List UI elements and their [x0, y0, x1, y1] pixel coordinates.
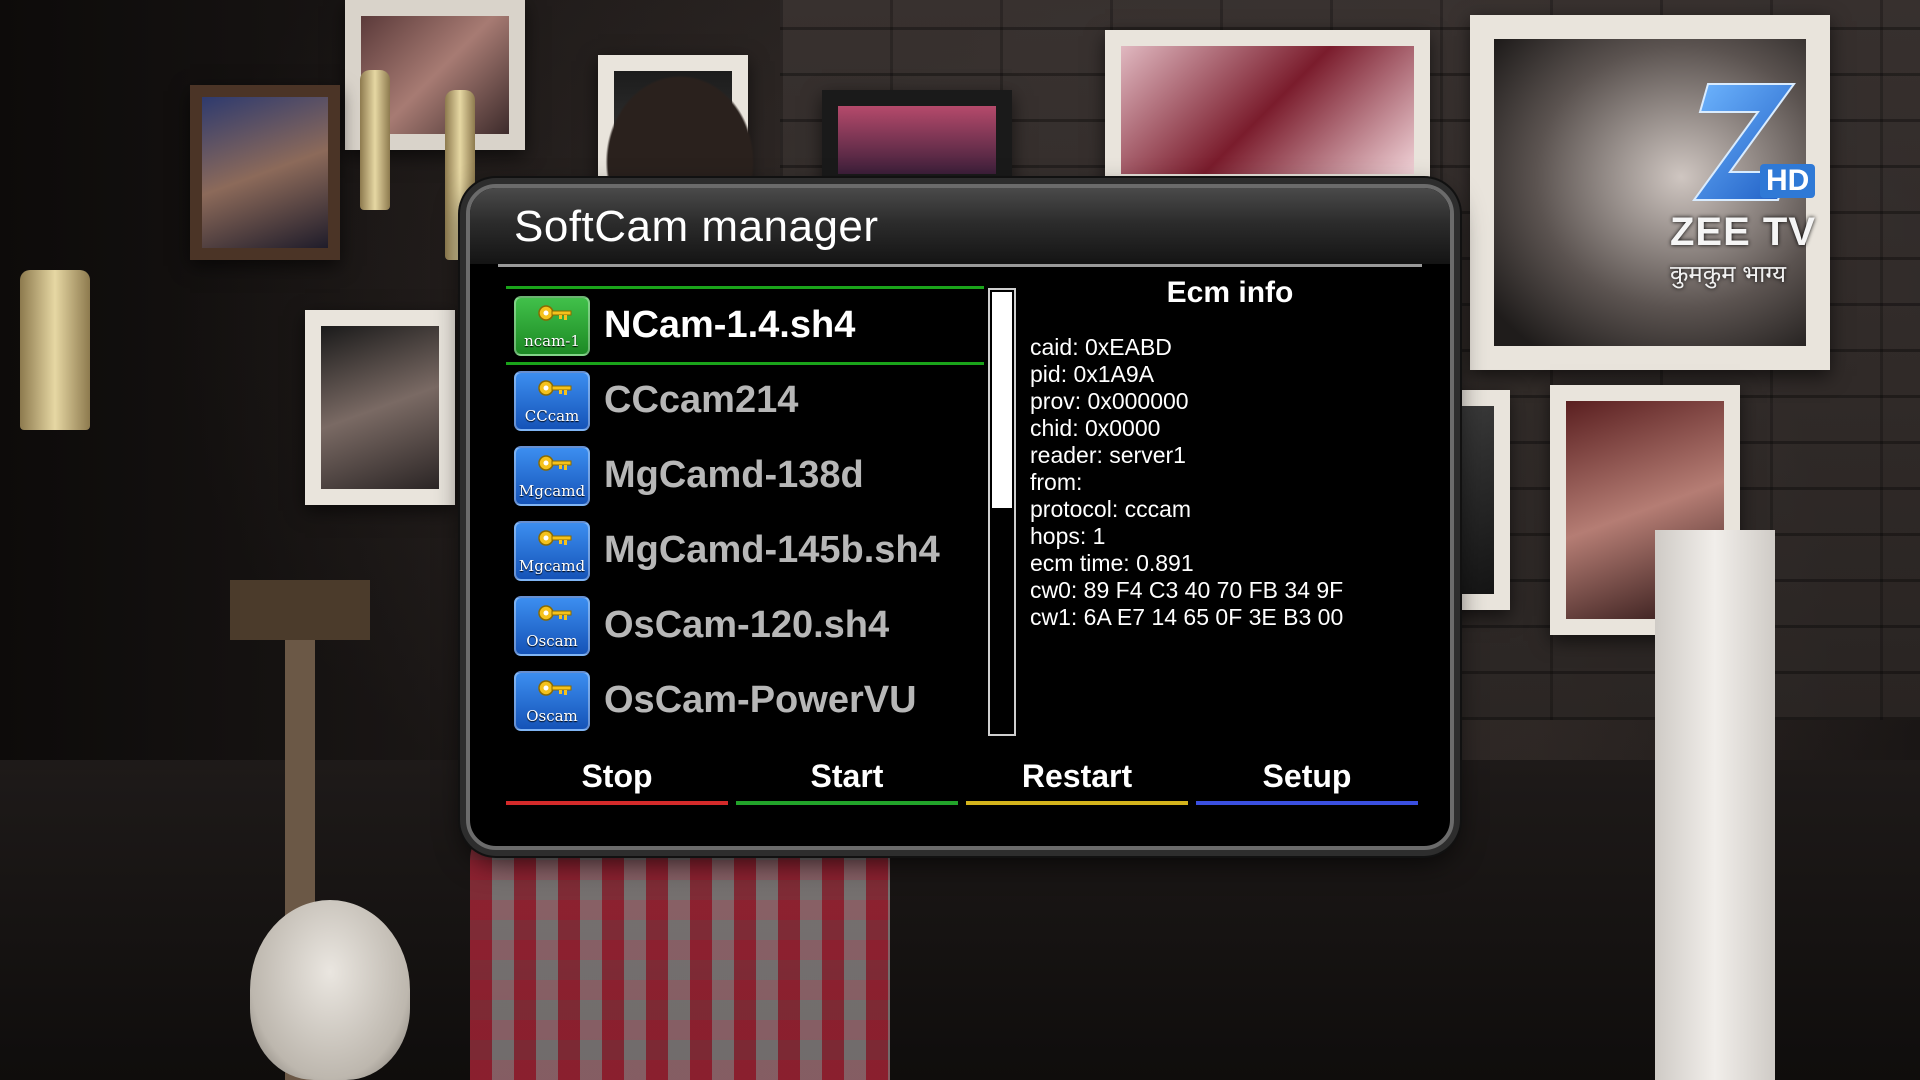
ecm-info-lines: caid: 0xEABD pid: 0x1A9A prov: 0x000000 chi…: [1030, 334, 1430, 631]
softcam-item-label: OsCam-120.sh4: [604, 604, 890, 646]
softcam-item-label: MgCamd-145b.sh4: [604, 529, 940, 571]
softcam-item-label: MgCamd-138d: [604, 454, 864, 496]
blue-key-icon: Mgcamd: [514, 445, 590, 506]
icon-caption: ncam-1: [524, 331, 580, 350]
button-label: Start: [810, 758, 884, 794]
button-color-bar: [966, 801, 1188, 805]
picture-frame: [1105, 30, 1430, 190]
start-button[interactable]: Start: [736, 758, 958, 805]
restart-button[interactable]: Restart: [966, 758, 1188, 805]
blue-key-icon: CCcam: [514, 370, 590, 431]
ecm-info-line: protocol: cccam: [1030, 496, 1192, 522]
button-label: Setup: [1262, 758, 1352, 794]
picture-frame: [305, 310, 455, 505]
picture-frame: [190, 85, 340, 260]
zee-logo-icon: HD: [1690, 78, 1816, 208]
guitar-body: [250, 900, 410, 1080]
icon-caption: Mgcamd: [518, 481, 586, 500]
icon-caption: Oscam: [526, 631, 578, 650]
button-color-bar: [1196, 801, 1418, 805]
ecm-info-panel: Ecm info caid: 0xEABD pid: 0x1A9A prov: 0x…: [1030, 276, 1430, 631]
blue-key-icon: Oscam: [514, 670, 590, 731]
icon-caption: CCcam: [524, 406, 580, 425]
green-key-icon: ncam-1: [514, 295, 590, 356]
blue-key-icon: Oscam: [514, 595, 590, 656]
ecm-info-line: cw1: 6A E7 14 65 0F 3E B3 00: [1030, 604, 1344, 630]
blue-key-icon: Mgcamd: [514, 520, 590, 581]
ecm-info-line: reader: server1: [1030, 442, 1186, 468]
color-button-row: Stop Start Restart Setup: [506, 758, 1418, 805]
softcam-item-label: NCam-1.4.sh4: [604, 304, 856, 346]
softcam-item[interactable]: CCcam CCcam214: [506, 363, 984, 438]
channel-logo: HD ZEE TV कुमकुम भाग्य: [1670, 78, 1820, 290]
pillar: [1655, 530, 1775, 1080]
show-title: कुमकुम भाग्य: [1670, 261, 1786, 288]
softcam-item[interactable]: ncam-1 NCam-1.4.sh4: [506, 286, 984, 365]
softcam-item-label: OsCam-PowerVU: [604, 679, 917, 721]
softcam-manager-dialog: SoftCam manager ncam-1 NCam-1.4.sh4 CCcam C…: [466, 184, 1454, 850]
list-scrollbar[interactable]: [988, 288, 1016, 736]
ecm-info-title: Ecm info: [1166, 276, 1294, 309]
softcam-list[interactable]: ncam-1 NCam-1.4.sh4 CCcam CCcam214 Mgcamd MgC…: [506, 286, 984, 738]
person-shirt: [470, 820, 890, 1080]
trophy: [20, 270, 90, 430]
hd-badge: HD: [1760, 164, 1816, 198]
setup-button[interactable]: Setup: [1196, 758, 1418, 805]
dialog-titlebar: SoftCam manager: [470, 188, 1450, 264]
dialog-title: SoftCam manager: [514, 202, 879, 251]
ecm-info-line: prov: 0x000000: [1030, 388, 1189, 414]
ecm-info-line: pid: 0x1A9A: [1030, 361, 1155, 387]
softcam-item[interactable]: Mgcamd MgCamd-145b.sh4: [506, 513, 984, 588]
scrollbar-thumb[interactable]: [992, 292, 1012, 508]
ecm-info-line: hops: 1: [1030, 523, 1106, 549]
button-label: Restart: [1021, 758, 1133, 794]
ecm-info-line: from:: [1030, 469, 1083, 495]
icon-caption: Mgcamd: [518, 556, 586, 575]
channel-name: ZEE TV: [1670, 210, 1817, 254]
trophy: [360, 70, 390, 210]
button-color-bar: [506, 801, 728, 805]
softcam-item[interactable]: Oscam OsCam-120.sh4: [506, 588, 984, 663]
button-color-bar: [736, 801, 958, 805]
icon-caption: Oscam: [526, 706, 578, 725]
ecm-info-line: chid: 0x0000: [1030, 415, 1161, 441]
title-divider: [498, 264, 1422, 267]
ecm-info-line: cw0: 89 F4 C3 40 70 FB 34 9F: [1030, 577, 1344, 603]
ecm-info-line: ecm time: 0.891: [1030, 550, 1194, 576]
softcam-item-label: CCcam214: [604, 379, 799, 421]
softcam-item[interactable]: Oscam OsCam-PowerVU: [506, 663, 984, 738]
ecm-info-line: caid: 0xEABD: [1030, 334, 1172, 360]
button-label: Stop: [581, 758, 653, 794]
softcam-item[interactable]: Mgcamd MgCamd-138d: [506, 438, 984, 513]
stop-button[interactable]: Stop: [506, 758, 728, 805]
